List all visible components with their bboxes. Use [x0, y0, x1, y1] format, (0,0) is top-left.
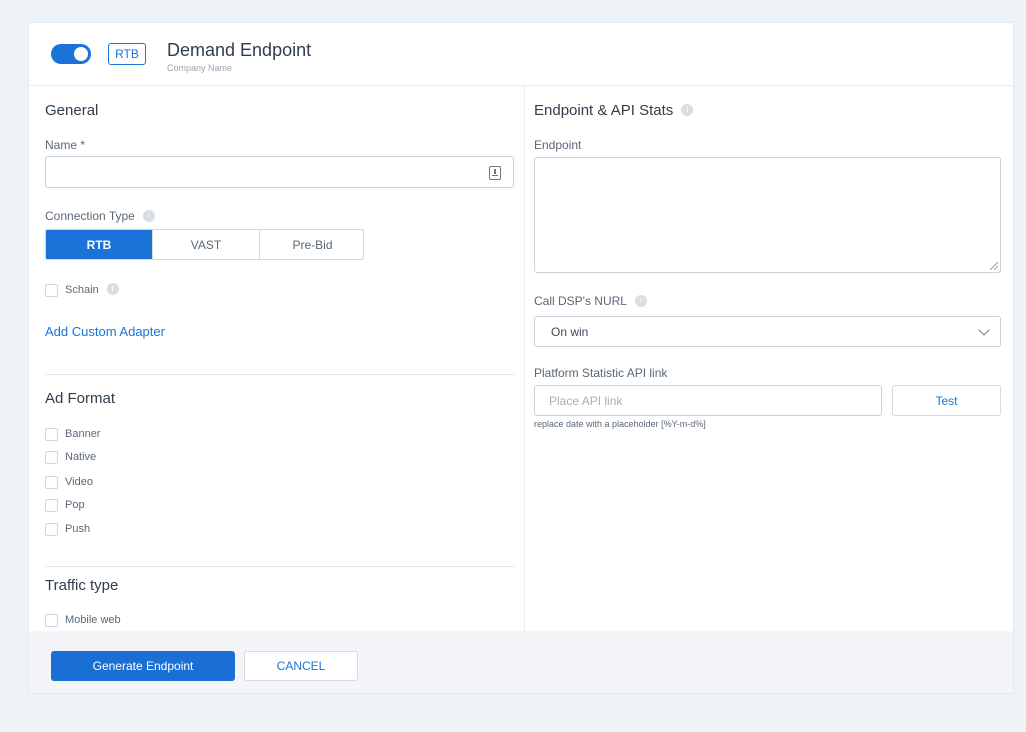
active-toggle[interactable]: [51, 44, 91, 64]
form-footer: Generate Endpoint CANCEL: [29, 631, 1013, 693]
connection-type-text: Connection Type: [45, 209, 135, 223]
pop-label: Pop: [65, 499, 85, 511]
test-button[interactable]: Test: [892, 385, 1001, 416]
add-custom-adapter-link[interactable]: Add Custom Adapter: [45, 324, 165, 339]
top-strip: [0, 0, 1026, 10]
generate-endpoint-button[interactable]: Generate Endpoint: [51, 651, 235, 681]
schain-checkbox[interactable]: [45, 284, 58, 297]
resize-grip-icon[interactable]: [990, 262, 998, 270]
api-link-input[interactable]: [547, 386, 871, 415]
native-label: Native: [65, 451, 97, 463]
company-name: Company Name: [167, 63, 233, 73]
schain-label: Schain: [65, 283, 119, 296]
api-link-field[interactable]: [534, 385, 882, 416]
api-link-label: Platform Statistic API link: [534, 366, 668, 380]
mobile-web-checkbox[interactable]: [45, 614, 58, 627]
name-label: Name *: [45, 138, 86, 152]
call-nurl-text: Call DSP's NURL: [534, 294, 627, 308]
connection-type-selector: RTB VAST Pre-Bid: [45, 229, 364, 260]
left-margin: [0, 10, 28, 732]
info-icon[interactable]: [634, 294, 647, 307]
general-section-title: General: [45, 102, 99, 119]
ad-format-section-title: Ad Format: [45, 390, 116, 407]
info-icon[interactable]: [106, 283, 119, 296]
form-header: RTB Demand Endpoint Company Name: [29, 23, 1013, 86]
chevron-down-icon: [978, 324, 990, 336]
banner-label: Banner: [65, 428, 101, 440]
divider: [45, 566, 514, 567]
mobile-web-label: Mobile web: [65, 614, 121, 626]
endpoint-field[interactable]: [534, 157, 1001, 273]
push-label: Push: [65, 523, 91, 535]
name-field[interactable]: [45, 156, 514, 188]
connection-type-label: Connection Type: [45, 209, 155, 223]
traffic-type-section-title: Traffic type: [45, 577, 119, 594]
pop-checkbox[interactable]: [45, 499, 58, 512]
video-label: Video: [65, 476, 93, 488]
api-link-hint: replace date with a placeholder [%Y-m-d%…: [534, 419, 706, 429]
endpoint-textarea[interactable]: [535, 158, 1000, 272]
name-input[interactable]: [54, 157, 488, 187]
contact-card-icon: [489, 166, 501, 180]
connection-option-rtb[interactable]: RTB: [46, 230, 152, 259]
call-nurl-select[interactable]: On win: [534, 316, 1001, 347]
info-icon[interactable]: [142, 209, 155, 222]
endpoint-label: Endpoint: [534, 138, 582, 152]
toggle-knob: [74, 47, 88, 61]
connection-option-vast[interactable]: VAST: [152, 230, 259, 259]
info-icon[interactable]: [681, 104, 694, 117]
schain-text: Schain: [65, 284, 99, 296]
call-nurl-value: On win: [551, 325, 589, 339]
push-checkbox[interactable]: [45, 523, 58, 536]
right-column: Endpoint & API Stats Endpoint Call DSP's…: [524, 85, 1013, 631]
video-checkbox[interactable]: [45, 476, 58, 489]
call-nurl-label: Call DSP's NURL: [534, 294, 647, 308]
endpoint-stats-text: Endpoint & API Stats: [534, 102, 674, 119]
page-title: Demand Endpoint: [167, 40, 312, 60]
connection-badge: RTB: [108, 43, 146, 65]
divider: [45, 374, 514, 375]
left-column: General Name * Connection Type RTB VAST …: [29, 85, 525, 631]
banner-checkbox[interactable]: [45, 428, 58, 441]
endpoint-stats-section-title: Endpoint & API Stats: [534, 102, 694, 119]
native-checkbox[interactable]: [45, 451, 58, 464]
connection-option-prebid[interactable]: Pre-Bid: [259, 230, 363, 259]
demand-endpoint-form: RTB Demand Endpoint Company Name General…: [28, 22, 1014, 694]
cancel-button[interactable]: CANCEL: [244, 651, 358, 681]
